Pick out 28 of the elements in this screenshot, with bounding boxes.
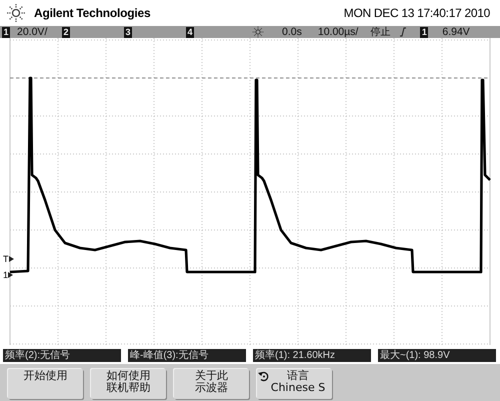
trigger-slope-icon xyxy=(400,27,406,37)
measurement-readout: 频率(1): 21.60kHz xyxy=(253,349,371,362)
timebase-value: 10.00µs/ xyxy=(318,26,358,38)
logo-icon xyxy=(6,3,26,23)
date-time: MON DEC 13 17:40:17 2010 xyxy=(344,6,490,20)
run-state: 停止 xyxy=(370,26,390,39)
trigger-channel: 1 xyxy=(420,26,428,38)
channel-number[interactable]: 1 xyxy=(2,26,10,38)
channel-number[interactable]: 4 xyxy=(186,26,194,38)
measurement-readout: 峰-峰值(3):无信号 xyxy=(128,349,246,362)
delay-value: 0.0s xyxy=(282,26,302,38)
trigger-level: 6.94V xyxy=(442,26,470,38)
channel-scale: 20.0V/ xyxy=(17,26,48,38)
softkey-button[interactable]: 关于此 示波器 xyxy=(174,369,249,399)
marker-arrow-icon xyxy=(8,256,14,262)
softkey-button[interactable]: 开始使用 xyxy=(8,369,83,399)
softkey-button[interactable]: 语言 Chinese S xyxy=(257,369,332,399)
measurement-readout: 频率(2):无信号 xyxy=(3,349,121,362)
measurement-readout: 最大~(1): 98.9V xyxy=(378,349,496,362)
brand-name: Agilent Technologies xyxy=(34,6,150,20)
acquisition-icon xyxy=(252,26,264,38)
return-icon xyxy=(258,371,269,382)
marker-label: 1 xyxy=(3,270,8,280)
channel-number[interactable]: 2 xyxy=(62,26,70,38)
marker-arrow-icon xyxy=(8,272,14,278)
marker-label: T xyxy=(3,254,8,264)
softkey-button[interactable]: 如何使用 联机帮助 xyxy=(91,369,166,399)
channel-number[interactable]: 3 xyxy=(124,26,132,38)
